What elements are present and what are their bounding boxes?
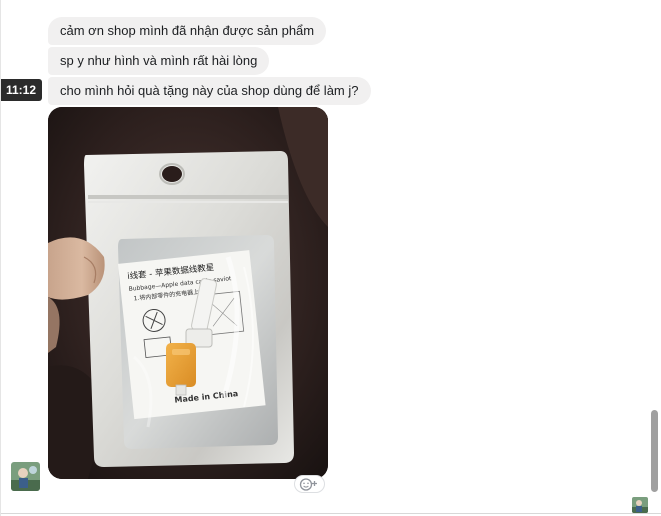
- photo-message[interactable]: i线套 - 苹果数据线教星 Bubbage—Apple data cable s…: [48, 107, 328, 479]
- timestamp-text: 11:12: [6, 83, 37, 97]
- sender-avatar[interactable]: [11, 462, 40, 491]
- message-bubble[interactable]: cảm ơn shop mình đã nhận được sản phẩm: [48, 17, 327, 45]
- message-bubble[interactable]: cho mình hỏi quà tặng này của shop dùng …: [48, 77, 371, 105]
- photo-image: i线套 - 苹果数据线教星 Bubbage—Apple data cable s…: [48, 107, 328, 479]
- seen-avatar-image: [632, 497, 648, 513]
- scrollbar-thumb[interactable]: [651, 410, 658, 492]
- avatar-image: [11, 462, 40, 491]
- message-bubble[interactable]: sp y như hình và mình rất hài lòng: [48, 47, 270, 75]
- add-reaction-icon: [299, 478, 317, 491]
- message-text: sp y như hình và mình rất hài lòng: [60, 53, 258, 68]
- composer-divider: [1, 513, 661, 514]
- chat-pane: cảm ơn shop mình đã nhận được sản phẩm s…: [0, 0, 661, 516]
- add-reaction-button[interactable]: [294, 475, 325, 493]
- timestamp-tooltip: 11:12: [1, 79, 43, 101]
- message-text: cho mình hỏi quà tặng này của shop dùng …: [60, 83, 359, 98]
- message-text: cảm ơn shop mình đã nhận được sản phẩm: [60, 23, 315, 38]
- seen-avatar: [632, 497, 648, 513]
